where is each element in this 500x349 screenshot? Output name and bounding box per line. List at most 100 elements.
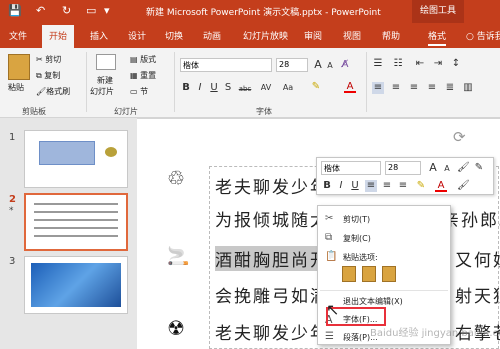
ribbon-tabs: 文件 开始 插入 设计 切换 动画 幻灯片放映 审阅 视图 帮助 格式 ○ 告诉… — [0, 23, 500, 48]
reset-button[interactable]: ▦ 重置 — [130, 70, 156, 81]
reset-icon: ▦ — [130, 71, 141, 80]
new-slide-button[interactable]: 新建 — [97, 75, 113, 86]
slide-number: 3 — [9, 256, 16, 267]
tab-insert[interactable]: 插入 — [90, 29, 108, 42]
tab-view[interactable]: 视图 — [343, 29, 361, 42]
increase-indent-icon[interactable]: ⇥ — [432, 58, 444, 70]
paste-text-only-icon[interactable] — [382, 266, 396, 282]
image-graphic — [105, 147, 117, 157]
format-painter-label: 格式刷 — [46, 87, 71, 96]
brush-icon: 🖌 — [36, 87, 47, 96]
mini-font-name[interactable]: 楷体 — [321, 161, 381, 175]
paste-button[interactable]: 粘贴 — [8, 82, 24, 93]
tab-review[interactable]: 审阅 — [304, 29, 322, 42]
poem-line-4-end: 射天狼。 — [455, 287, 500, 307]
scissors-icon: ✂ — [36, 55, 46, 64]
watermark: Baidu经验 jingyan.baidu.com — [370, 328, 500, 339]
mini-format-painter-icon[interactable]: 🖌 — [457, 162, 470, 174]
mini-align-center-icon[interactable]: ≡ — [381, 180, 393, 192]
align-left-icon[interactable]: ≡ — [372, 82, 384, 94]
mini-align-left-icon[interactable]: ≡ — [365, 180, 377, 192]
mini-align-right-icon[interactable]: ≡ — [397, 180, 409, 192]
menu-item-exit-edit[interactable]: 退出文本编辑(X) — [343, 296, 403, 307]
mini-underline-button[interactable]: U — [349, 180, 361, 192]
clear-formatting-icon[interactable]: A̸ — [339, 59, 351, 71]
slide-thumbnail-1[interactable] — [24, 130, 128, 188]
tab-format[interactable]: 格式 — [428, 29, 447, 46]
mini-new-comment-icon[interactable]: ✎ — [473, 162, 485, 174]
shrink-font-icon[interactable]: A — [324, 60, 336, 72]
menu-divider — [320, 290, 448, 291]
highlight-icon[interactable]: ✎ — [310, 81, 322, 93]
menu-item-cut[interactable]: 剪切(T) — [343, 214, 370, 225]
mini-font-color-button[interactable]: A — [435, 180, 447, 192]
mini-bold-button[interactable]: B — [321, 180, 333, 192]
bullets-icon[interactable]: ☰ — [372, 58, 384, 70]
layout-button[interactable]: ▤ 版式 — [130, 54, 156, 65]
align-center-icon[interactable]: ≡ — [390, 82, 402, 94]
section-label: 节 — [140, 87, 149, 96]
copy-button[interactable]: ⧉ 复制 — [36, 70, 60, 81]
new-slide-icon[interactable] — [96, 54, 116, 70]
slide-thumbnails-panel[interactable]: 1 2 * 3 — [0, 118, 137, 349]
underline-button[interactable]: U — [208, 82, 220, 94]
slide-number: 1 — [9, 132, 16, 143]
tab-design[interactable]: 设计 — [128, 29, 146, 42]
tab-animations[interactable]: 动画 — [203, 29, 221, 42]
font-name-combo[interactable]: 楷体 — [180, 58, 272, 72]
present-icon[interactable]: ▭ — [86, 4, 96, 18]
distribute-icon[interactable]: ≣ — [444, 82, 456, 94]
customize-qa-icon[interactable]: ▾ — [104, 4, 110, 18]
mini-italic-button[interactable]: I — [335, 180, 347, 192]
text-line — [34, 203, 118, 205]
redo-icon[interactable]: ↻ — [62, 4, 71, 18]
format-painter-button[interactable]: 🖌格式刷 — [36, 86, 70, 97]
menu-item-copy[interactable]: 复制(C) — [343, 233, 371, 244]
mini-shrink-font-icon[interactable]: A — [441, 163, 453, 175]
tab-home[interactable]: 开始 — [42, 25, 75, 48]
radiation-icon: ☢ — [167, 316, 185, 340]
slide-edge — [137, 118, 500, 124]
smoking-icon: 🚬 — [167, 246, 190, 267]
poem-line-3-end: 又何妨 — [455, 251, 500, 271]
decrease-indent-icon[interactable]: ⇤ — [414, 58, 426, 70]
strikethrough-button[interactable]: abc — [236, 83, 254, 95]
tab-slideshow[interactable]: 幻灯片放映 — [243, 29, 288, 42]
align-right-icon[interactable]: ≡ — [408, 82, 420, 94]
new-slide-button-line2[interactable]: 幻灯片 — [90, 86, 114, 97]
columns-icon[interactable]: ▥ — [462, 82, 474, 94]
mini-grow-font-icon[interactable]: A — [427, 162, 439, 174]
font-color-button[interactable]: A — [344, 81, 356, 93]
bold-button[interactable]: B — [180, 82, 192, 94]
line-spacing-icon[interactable]: ↕ — [450, 58, 462, 70]
slide-thumbnail-2[interactable] — [24, 193, 128, 251]
snowflake-image — [31, 263, 121, 307]
numbering-icon[interactable]: ☷ — [392, 58, 404, 70]
save-icon[interactable]: 💾 — [8, 4, 22, 18]
shadow-button[interactable]: S — [222, 82, 234, 94]
font-size-combo[interactable]: 28 — [276, 58, 308, 72]
slide-thumbnail-3[interactable] — [24, 256, 128, 314]
clipboard-group-label: 剪贴板 — [22, 107, 46, 116]
text-line — [34, 219, 118, 221]
mini-format-painter-icon[interactable]: 🖌 — [457, 180, 470, 192]
cut-button[interactable]: ✂ 剪切 — [36, 54, 61, 65]
paste-merge-icon[interactable] — [362, 266, 376, 282]
justify-icon[interactable]: ≡ — [426, 82, 438, 94]
tab-transitions[interactable]: 切换 — [165, 29, 183, 42]
tab-help[interactable]: 帮助 — [382, 29, 400, 42]
tab-file[interactable]: 文件 — [9, 29, 27, 42]
tell-me-search[interactable]: ○ 告诉我 — [466, 29, 500, 42]
paste-keep-source-icon[interactable] — [342, 266, 356, 282]
section-button[interactable]: ▭ 节 — [130, 86, 148, 97]
poem-line-2: 为报倾城随太 — [215, 211, 329, 231]
change-case-button[interactable]: Aa — [280, 82, 296, 94]
paste-icon[interactable] — [8, 54, 30, 80]
mini-font-size[interactable]: 28 — [385, 161, 421, 175]
mini-highlight-icon[interactable]: ✎ — [415, 180, 427, 192]
undo-icon[interactable]: ↶ — [36, 4, 45, 18]
italic-button[interactable]: I — [194, 82, 206, 94]
grow-font-icon[interactable]: A — [312, 59, 324, 71]
char-spacing-button[interactable]: AV — [258, 82, 274, 94]
rotate-handle-icon[interactable]: ⟳ — [453, 128, 466, 146]
